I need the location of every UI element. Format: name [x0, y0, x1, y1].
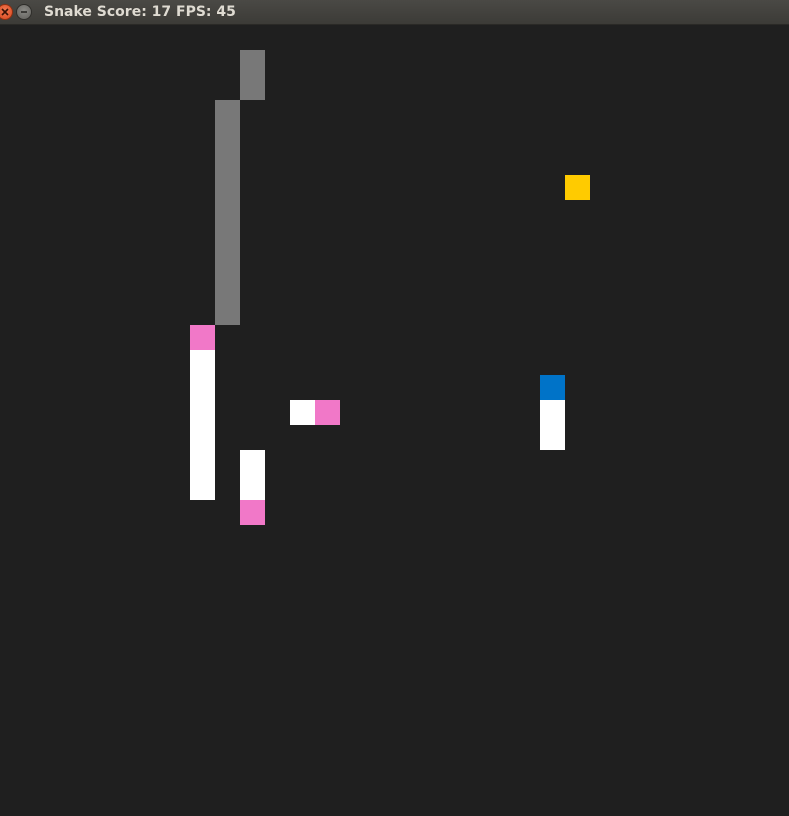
title-bar: Snake Score: 17 FPS: 45 — [0, 0, 789, 25]
minimize-icon — [21, 11, 27, 13]
player-snake-head — [540, 375, 565, 400]
wall-segment — [215, 100, 240, 325]
wall-segment — [240, 50, 265, 100]
snake-tail-cell — [240, 500, 265, 525]
close-button[interactable] — [0, 4, 13, 20]
snake-body — [240, 450, 265, 500]
close-icon — [1, 8, 9, 16]
minimize-button[interactable] — [16, 4, 32, 20]
snake-body — [190, 350, 215, 500]
snake-tail-cell — [315, 400, 340, 425]
window-title: Snake Score: 17 FPS: 45 — [44, 4, 236, 20]
game-board — [0, 25, 789, 816]
snake-tail-cell — [190, 325, 215, 350]
player-snake-body — [540, 400, 565, 450]
snake-body — [290, 400, 315, 425]
food-pellet — [565, 175, 590, 200]
game-window: Snake Score: 17 FPS: 45 — [0, 0, 789, 816]
